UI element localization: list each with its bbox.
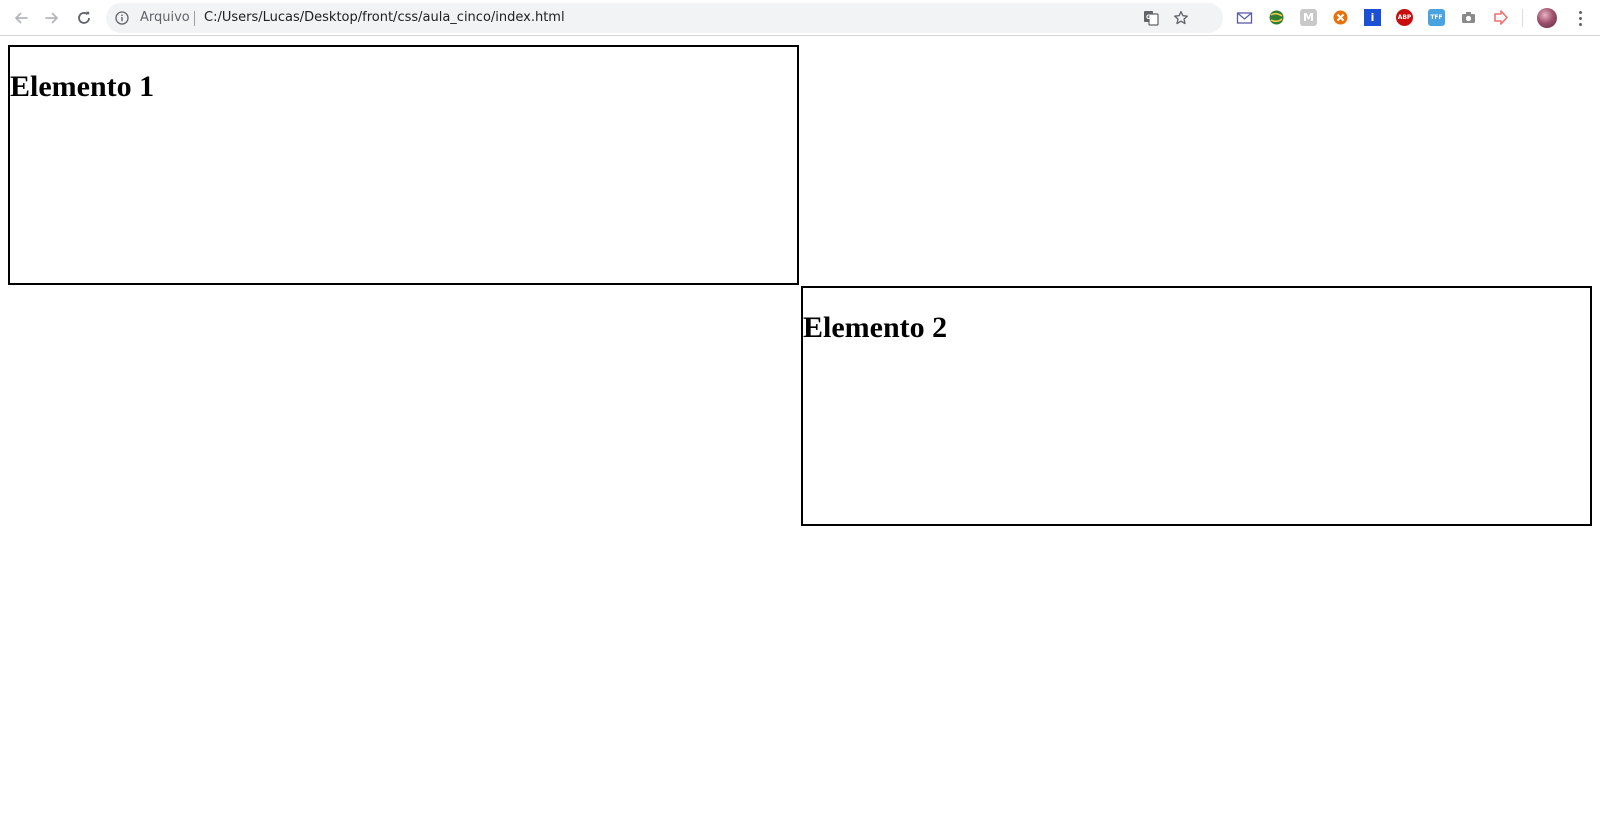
toolbar-separator <box>1522 9 1523 27</box>
translate-button[interactable]: G <box>1142 9 1160 27</box>
element-1-heading: Elemento 1 <box>10 70 155 103</box>
profile-avatar[interactable] <box>1537 8 1557 28</box>
element-2-heading: Elemento 2 <box>803 311 948 344</box>
ext-m-label: M <box>1303 11 1314 24</box>
menu-dot-icon <box>1578 10 1582 14</box>
browser-menu-button[interactable] <box>1571 9 1589 27</box>
ext-arrow-icon[interactable] <box>1492 9 1509 26</box>
orange-circle-icon <box>1333 10 1348 25</box>
svg-text:G: G <box>1146 14 1151 21</box>
ext-tff-icon[interactable]: TFF <box>1428 9 1445 26</box>
menu-dot-icon <box>1578 22 1582 26</box>
ext-orange-circle-icon[interactable] <box>1332 9 1349 26</box>
ext-globe-icon[interactable] <box>1268 9 1285 26</box>
ext-abp-label: ABP <box>1397 14 1412 21</box>
url-text[interactable]: C:/Users/Lucas/Desktop/front/css/aula_ci… <box>204 3 565 33</box>
star-icon <box>1174 10 1188 25</box>
address-bar[interactable]: Arquivo C:/Users/Lucas/Desktop/front/css… <box>106 3 1223 33</box>
ext-m-icon[interactable]: M <box>1300 9 1317 26</box>
envelope-icon <box>1236 12 1253 24</box>
ext-tff-label: TFF <box>1430 14 1443 21</box>
page-content: Elemento 1 Elemento 2 <box>0 37 1600 826</box>
ext-envelope-icon[interactable] <box>1236 9 1253 26</box>
ext-camera-icon[interactable] <box>1460 9 1477 26</box>
scheme-label: Arquivo <box>140 10 190 25</box>
info-icon[interactable] <box>115 11 129 25</box>
ext-info-icon[interactable]: i <box>1364 9 1381 26</box>
omnibox-divider <box>194 11 195 26</box>
ext-abp-icon[interactable]: ABP <box>1396 9 1413 26</box>
back-button[interactable] <box>9 6 33 30</box>
globe-icon <box>1269 10 1284 25</box>
reload-button[interactable] <box>72 6 96 30</box>
bookmark-star-button[interactable] <box>1172 9 1190 27</box>
menu-dot-icon <box>1578 16 1582 20</box>
arrow-right-icon <box>1494 10 1508 25</box>
element-2-box: Elemento 2 <box>801 286 1592 526</box>
camera-icon <box>1462 12 1475 23</box>
ext-info-label: i <box>1370 11 1375 24</box>
reload-icon <box>78 11 90 24</box>
browser-toolbar: Arquivo C:/Users/Lucas/Desktop/front/css… <box>0 0 1600 36</box>
translate-icon: G <box>1144 11 1159 26</box>
element-1-box: Elemento 1 <box>8 45 799 285</box>
back-arrow-icon <box>15 12 28 24</box>
forward-button[interactable] <box>40 6 64 30</box>
forward-arrow-icon <box>45 12 58 24</box>
